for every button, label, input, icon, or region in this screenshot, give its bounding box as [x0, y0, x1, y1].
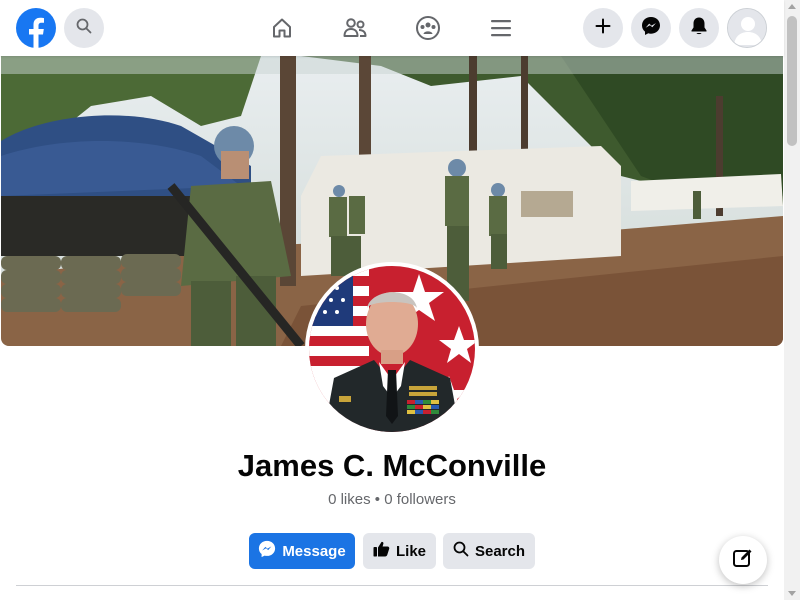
thumbs-up-icon	[373, 541, 390, 561]
message-button-label: Message	[282, 542, 346, 560]
search-button[interactable]	[64, 8, 104, 48]
plus-icon	[595, 18, 611, 39]
profile-picture[interactable]	[305, 262, 479, 436]
messenger-icon	[641, 16, 661, 41]
search-icon	[453, 541, 469, 561]
home-icon[interactable]	[266, 12, 298, 44]
scroll-thumb[interactable]	[787, 16, 797, 146]
menu-icon[interactable]	[485, 12, 517, 44]
like-button-label: Like	[395, 542, 426, 560]
new-message-button[interactable]	[719, 536, 767, 584]
messenger-icon	[258, 540, 276, 562]
messenger-button[interactable]	[631, 8, 671, 48]
message-button[interactable]: Message	[249, 533, 355, 569]
create-button[interactable]	[583, 8, 623, 48]
page-scrollbar[interactable]	[784, 0, 800, 600]
friends-icon[interactable]	[339, 12, 371, 44]
search-icon	[76, 18, 92, 39]
top-navigation-bar	[0, 0, 784, 56]
notifications-button[interactable]	[679, 8, 719, 48]
search-page-button[interactable]: Search	[443, 533, 535, 569]
likes-followers-count[interactable]: 0 likes • 0 followers	[0, 491, 784, 508]
scroll-down-arrow-icon[interactable]	[788, 591, 796, 596]
search-button-label: Search	[474, 542, 526, 560]
account-avatar-icon[interactable]	[727, 8, 767, 48]
facebook-logo-icon[interactable]	[16, 8, 56, 48]
page-title: James C. McConville	[237, 448, 547, 483]
bell-icon	[690, 16, 708, 41]
like-button[interactable]: Like	[363, 533, 436, 569]
scroll-up-arrow-icon[interactable]	[788, 4, 796, 9]
new-message-icon	[732, 547, 754, 574]
groups-icon[interactable]	[412, 12, 444, 44]
section-divider	[16, 585, 768, 586]
